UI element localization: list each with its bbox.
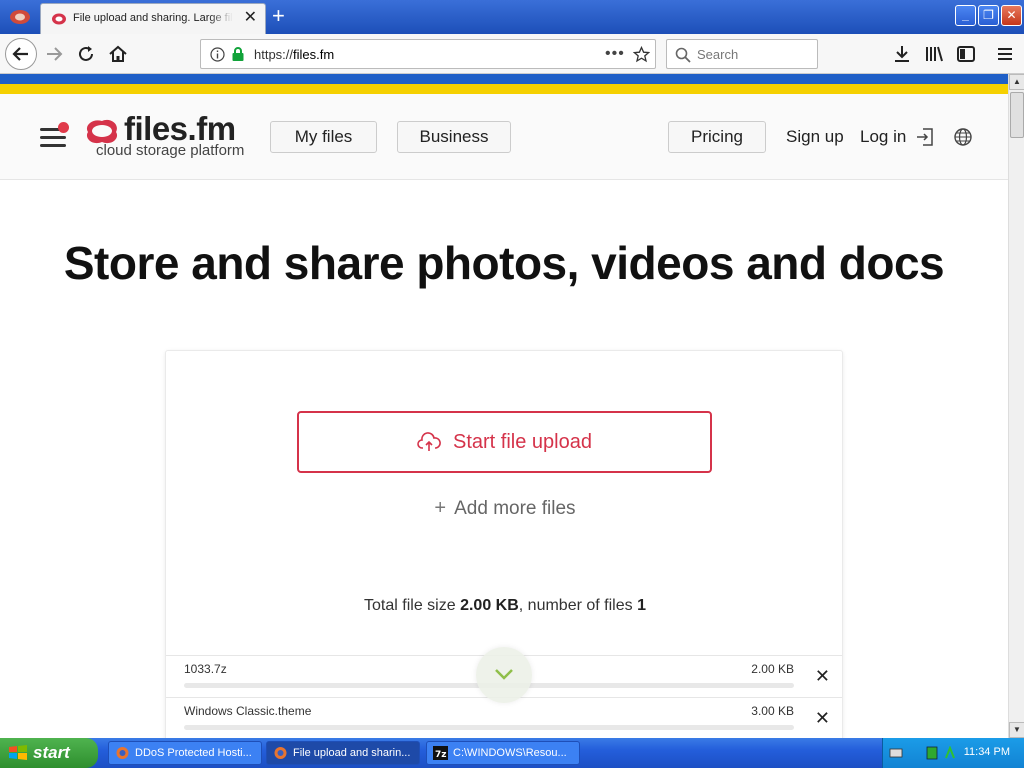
green-tray-icon[interactable] [925,746,939,760]
upload-card: Start file upload + Add more files Total … [165,350,843,750]
7zip-taskbar-icon: 7z [433,746,448,760]
plus-icon: + [434,497,447,519]
start-label: start [33,743,70,762]
chevron-down-icon [495,669,513,680]
taskbar-item[interactable]: 7z C:\WINDOWS\Resou... [426,741,580,765]
clock: 11:34 PM [963,746,1010,758]
total-size: 2.00 KB [460,597,519,614]
taskbar-item-active[interactable]: File upload and sharin... [266,741,420,765]
network-tray-icon[interactable] [943,746,957,760]
reload-icon[interactable] [75,43,97,65]
file-count: 1 [637,597,646,614]
site-header: files.fm cloud storage platform My files… [0,94,1008,180]
scroll-down-icon[interactable]: ▼ [1009,722,1024,738]
remove-file-icon[interactable]: ✕ [815,666,830,686]
library-icon[interactable] [923,43,945,65]
hamburger-menu-icon[interactable] [994,43,1016,65]
pricing-button[interactable]: Pricing [668,121,766,153]
bookmark-star-icon[interactable] [633,46,650,63]
sign-up-link[interactable]: Sign up [786,127,844,147]
windows-taskbar: start DDoS Protected Hosti... File uploa… [0,738,1024,768]
keyboard-tray-icon[interactable] [889,746,903,760]
expand-list-button[interactable] [476,647,532,703]
scroll-thumb[interactable] [1010,92,1024,138]
cloud-upload-icon [417,432,441,451]
file-size: 3.00 KB [751,704,794,718]
home-icon[interactable] [107,43,129,65]
notification-dot [58,122,69,133]
log-in-link[interactable]: Log in [860,127,906,147]
add-more-files-link[interactable]: + Add more files [166,497,842,520]
svg-text:7z: 7z [435,750,447,760]
log-in-icon[interactable] [915,126,935,148]
search-icon [675,47,691,63]
url-bar[interactable]: https://files.fm ••• [200,39,656,69]
tab-close-icon[interactable]: ✕ [244,9,257,27]
business-button[interactable]: Business [397,121,511,153]
back-arrow-icon [12,47,28,61]
minimize-window-icon[interactable]: _ [955,5,976,26]
url-text: https://files.fm [254,47,335,62]
system-tray: 11:34 PM [882,738,1024,768]
file-name: 1033.7z [184,662,227,676]
file-name: Windows Classic.theme [184,704,312,718]
search-bar[interactable]: Search [666,39,818,69]
new-tab-icon[interactable]: + [272,4,285,28]
taskbar-item[interactable]: DDoS Protected Hosti... [108,741,262,765]
windows-logo-icon [9,745,27,760]
file-size: 2.00 KB [751,662,794,676]
start-button[interactable]: start [0,738,98,768]
upload-totals: Total file size 2.00 KB, number of files… [364,597,646,614]
vertical-scrollbar[interactable]: ▲ ▼ [1008,74,1024,738]
flag-stripe-yellow [0,84,1008,94]
scroll-up-icon[interactable]: ▲ [1009,74,1024,90]
favicon-icon [52,13,66,25]
firefox-taskbar-icon [116,747,129,759]
info-icon[interactable] [210,47,225,62]
firefox-menu-icon[interactable] [8,8,32,26]
sidebar-icon[interactable] [955,43,977,65]
restore-window-icon[interactable]: ❐ [978,5,999,26]
back-button[interactable] [5,38,37,70]
start-upload-label: Start file upload [453,430,592,453]
my-files-button[interactable]: My files [270,121,377,153]
logo-tagline: cloud storage platform [96,142,245,159]
remove-file-icon[interactable]: ✕ [815,708,830,728]
flag-stripe-blue [0,74,1008,84]
file-row: Windows Classic.theme 3.00 KB ✕ [166,697,842,739]
lock-icon [232,47,244,61]
close-window-icon[interactable]: ✕ [1001,5,1022,26]
forward-arrow-icon[interactable] [43,43,65,65]
file-progress-bar [184,725,794,730]
window-title-bar: File upload and sharing. Large file t ✕ … [0,0,1024,34]
tab-title: File upload and sharing. Large file t [73,12,233,24]
downloads-icon[interactable] [891,43,913,65]
page-actions-icon[interactable]: ••• [605,45,625,63]
search-placeholder: Search [697,47,739,62]
browser-tab-active[interactable]: File upload and sharing. Large file t ✕ [40,3,266,34]
firefox-taskbar-icon [274,747,287,759]
hero-title: Store and share photos, videos and docs [63,237,945,289]
start-upload-button[interactable]: Start file upload [297,411,712,473]
language-globe-icon[interactable] [953,127,973,147]
add-more-label: Add more files [454,498,576,519]
browser-toolbar: https://files.fm ••• Search [0,34,1024,74]
